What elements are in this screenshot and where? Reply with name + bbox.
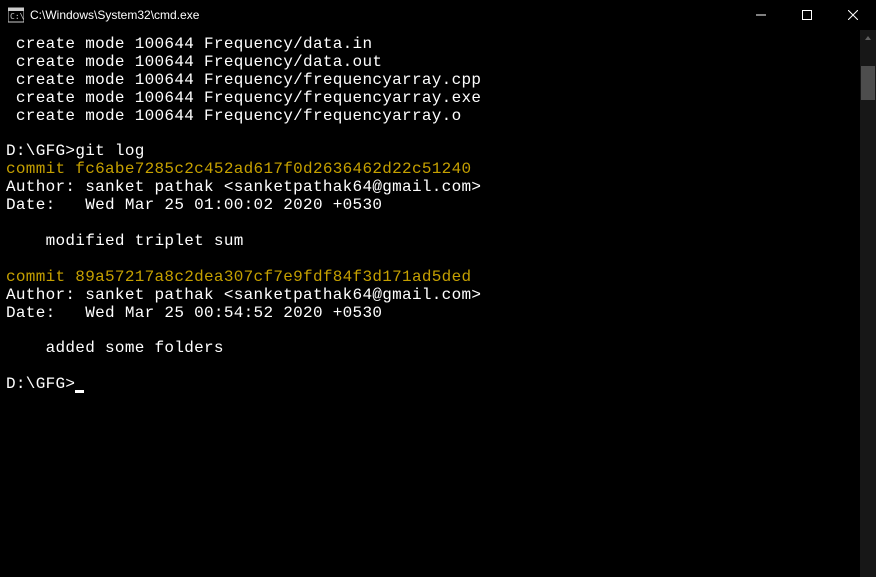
- commit-date: Date: Wed Mar 25 01:00:02 2020 +0530: [6, 196, 382, 214]
- commit-author: Author: sanket pathak <sanketpathak64@gm…: [6, 286, 481, 304]
- terminal-output[interactable]: create mode 100644 Frequency/data.in cre…: [0, 30, 860, 577]
- window-controls: [738, 0, 876, 30]
- svg-text:C:\: C:\: [10, 12, 24, 21]
- output-line: create mode 100644 Frequency/frequencyar…: [6, 71, 481, 89]
- scroll-thumb[interactable]: [861, 66, 875, 100]
- minimize-button[interactable]: [738, 0, 784, 30]
- prompt-prefix: D:\GFG>: [6, 142, 75, 160]
- output-line: create mode 100644 Frequency/data.in: [6, 35, 372, 53]
- maximize-button[interactable]: [784, 0, 830, 30]
- scroll-up-arrow[interactable]: [860, 30, 876, 46]
- output-line: create mode 100644 Frequency/data.out: [6, 53, 382, 71]
- commit-message: added some folders: [6, 339, 224, 357]
- scrollbar[interactable]: [860, 30, 876, 577]
- prompt-prefix: D:\GFG>: [6, 375, 75, 393]
- cmd-icon: C:\: [8, 7, 24, 23]
- commit-date: Date: Wed Mar 25 00:54:52 2020 +0530: [6, 304, 382, 322]
- terminal-wrapper: create mode 100644 Frequency/data.in cre…: [0, 30, 876, 577]
- commit-message: modified triplet sum: [6, 232, 244, 250]
- command-text: git log: [75, 142, 144, 160]
- commit-hash: commit 89a57217a8c2dea307cf7e9fdf84f3d17…: [6, 268, 471, 286]
- commit-hash: commit fc6abe7285c2c452ad617f0d2636462d2…: [6, 160, 471, 178]
- cursor: [75, 390, 84, 393]
- output-line: create mode 100644 Frequency/frequencyar…: [6, 89, 481, 107]
- window-titlebar: C:\ C:\Windows\System32\cmd.exe: [0, 0, 876, 30]
- output-line: create mode 100644 Frequency/frequencyar…: [6, 107, 461, 125]
- close-button[interactable]: [830, 0, 876, 30]
- window-title: C:\Windows\System32\cmd.exe: [30, 8, 199, 22]
- commit-author: Author: sanket pathak <sanketpathak64@gm…: [6, 178, 481, 196]
